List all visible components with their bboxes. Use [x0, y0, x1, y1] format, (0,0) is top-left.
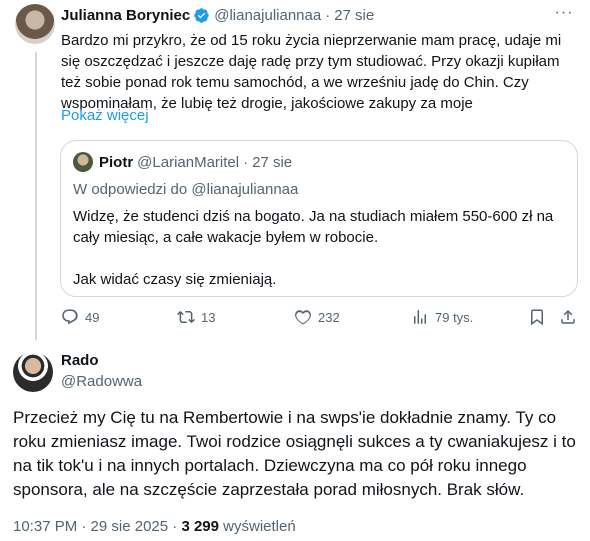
bookmark-icon [531, 309, 543, 326]
share-button[interactable] [559, 308, 577, 326]
views-count: 3 299 [181, 518, 219, 535]
more-icon[interactable]: ··· [554, 5, 574, 26]
reply-to-label: W odpowiedzi do @lianajuliannaa [73, 181, 299, 198]
author-name[interactable]: Rado [61, 352, 99, 369]
verified-badge-icon [194, 8, 209, 23]
separator-dot: · [243, 153, 249, 171]
quote-paragraph: Widzę, że studenci dziś na bogato. Ja na… [73, 208, 554, 246]
tweet-meta: 10:37 PM · 29 sie 2025 · 3 299 wyświetle… [13, 518, 296, 535]
views-icon [414, 310, 426, 324]
author-handle[interactable]: @lianajuliannaa [214, 7, 321, 24]
show-more-link[interactable]: Pokaż więcej [61, 107, 149, 124]
bookmark-button[interactable] [528, 308, 546, 326]
like-button[interactable]: 232 [294, 308, 340, 326]
share-icon [561, 309, 575, 324]
avatar[interactable] [15, 4, 55, 44]
quote-time[interactable]: 27 sie [252, 154, 292, 171]
author-handle[interactable]: @Radowwa [61, 373, 142, 390]
retweet-count: 13 [201, 309, 216, 325]
tweet-timestamp[interactable]: 10:37 PM · 29 sie 2025 · [13, 518, 177, 535]
quote-text: Widzę, że studenci dziś na bogato. Ja na… [73, 206, 563, 290]
separator-dot: · [325, 7, 331, 24]
quote-paragraph: Jak widać czasy się zmieniają. [73, 271, 277, 288]
views-label: wyświetleń [223, 518, 296, 535]
retweet-button[interactable]: 13 [177, 308, 215, 326]
quote-author-name[interactable]: Piotr [99, 154, 133, 171]
parent-tweet[interactable]: Julianna Boryniec @lianajuliannaa · 27 s… [0, 0, 590, 340]
tweet-text: Przecież my Cię tu na Rembertowie i na s… [13, 408, 576, 499]
views-button[interactable]: 79 tys. [411, 308, 473, 326]
quote-header: Piotr @LarianMaritel · 27 sie [73, 152, 292, 172]
avatar[interactable] [13, 352, 53, 392]
tweet-text: Bardzo mi przykro, że od 15 roku życia n… [61, 32, 562, 112]
tweet-header: Julianna Boryniec @lianajuliannaa · 27 s… [61, 7, 374, 24]
quoted-tweet[interactable]: Piotr @LarianMaritel · 27 sie W odpowied… [60, 140, 578, 297]
thread-line [35, 52, 37, 340]
like-icon [295, 310, 311, 325]
action-bar: 49 13 232 79 tys. [61, 308, 581, 332]
author-name[interactable]: Julianna Boryniec [61, 7, 190, 24]
tweet-time[interactable]: 27 sie [334, 7, 374, 24]
retweet-icon [177, 310, 195, 324]
reply-icon [62, 309, 78, 325]
reply-button[interactable]: 49 [61, 308, 99, 326]
like-count: 232 [318, 309, 340, 325]
views-count: 79 tys. [435, 309, 474, 325]
quote-avatar[interactable] [73, 152, 93, 172]
quote-author-handle[interactable]: @LarianMaritel [137, 154, 239, 171]
reply-count: 49 [85, 309, 100, 325]
